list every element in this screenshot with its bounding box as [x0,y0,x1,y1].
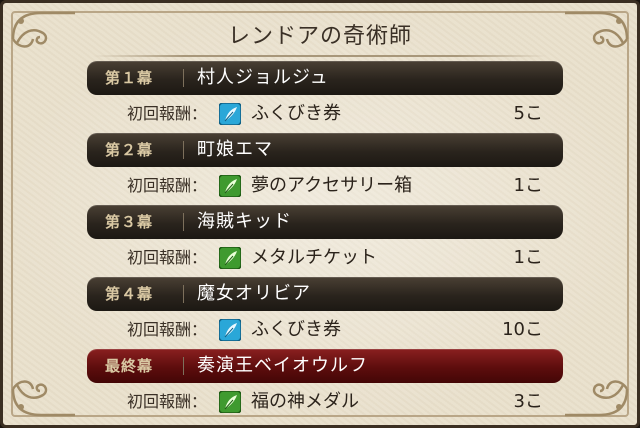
green-feather-icon [219,247,241,269]
blue-feather-icon [219,319,241,341]
reward-item-name: 夢のアクセサリー箱 [251,175,413,196]
reward-quantity: 1こ [513,175,543,196]
reward-label: 初回報酬： [127,392,208,411]
chapter-name: 魔女オリビア [197,283,311,304]
reward-quantity: 10こ [502,319,543,340]
reward-row: 初回報酬： 福の神メダル 3こ [87,385,563,419]
ornament-corner-icon [9,359,79,419]
reward-row: 初回報酬： ふくびき券 5こ [87,97,563,131]
reward-label: 初回報酬： [127,248,208,267]
chapter-number: 第３幕 [105,213,154,231]
reward-item-name: 福の神メダル [251,391,359,412]
blue-feather-icon [219,103,241,125]
chapter-divider [183,357,184,375]
chapter-entry[interactable]: 第１幕 村人ジョルジュ 初回報酬： ふくびき券 5こ [87,61,563,133]
chapter-divider [183,69,184,87]
reward-row: 初回報酬： メタルチケット 1こ [87,241,563,275]
chapter-number: 最終幕 [105,357,154,375]
chapter-header-bar[interactable]: 第３幕 海賊キッド [87,205,563,239]
reward-quantity: 1こ [513,247,543,268]
chapter-number: 第４幕 [105,285,154,303]
title-divider [93,55,547,57]
chapter-number: 第２幕 [105,141,154,159]
ornament-corner-icon [561,359,631,419]
chapter-name: 海賊キッド [197,211,292,232]
reward-item-name: ふくびき券 [251,103,341,124]
chapter-number: 第１幕 [105,69,154,87]
chapter-divider [183,213,184,231]
panel-title: レンドアの奇術師 [227,24,412,49]
chapter-divider [183,285,184,303]
green-feather-icon [219,175,241,197]
reward-quantity: 5こ [513,103,543,124]
reward-item-name: メタルチケット [251,247,377,268]
reward-label: 初回報酬： [127,104,208,123]
reward-row: 初回報酬： ふくびき券 10こ [87,313,563,347]
reward-quantity: 3こ [513,391,543,412]
chapter-name: 奏演王ベイオウルフ [197,355,368,376]
chapter-header-bar[interactable]: 第１幕 村人ジョルジュ [87,61,563,95]
chapter-divider [183,141,184,159]
chapter-header-bar-final[interactable]: 最終幕 奏演王ベイオウルフ [87,349,563,383]
reward-row: 初回報酬： 夢のアクセサリー箱 1こ [87,169,563,203]
chapter-header-bar[interactable]: 第４幕 魔女オリビア [87,277,563,311]
chapter-name: 村人ジョルジュ [197,67,329,88]
chapter-name: 町娘エマ [197,139,273,160]
chapter-list: 第１幕 村人ジョルジュ 初回報酬： ふくびき券 5こ 第２幕 町娘エマ 初回報酬… [87,61,563,413]
chapter-reward-panel: レンドアの奇術師 第１幕 村人ジョルジュ 初回報酬： ふくびき券 5こ 第２幕 [0,0,640,428]
reward-item-name: ふくびき券 [251,319,341,340]
reward-label: 初回報酬： [127,320,208,339]
chapter-header-bar[interactable]: 第２幕 町娘エマ [87,133,563,167]
green-feather-icon [219,391,241,413]
reward-label: 初回報酬： [127,176,208,195]
